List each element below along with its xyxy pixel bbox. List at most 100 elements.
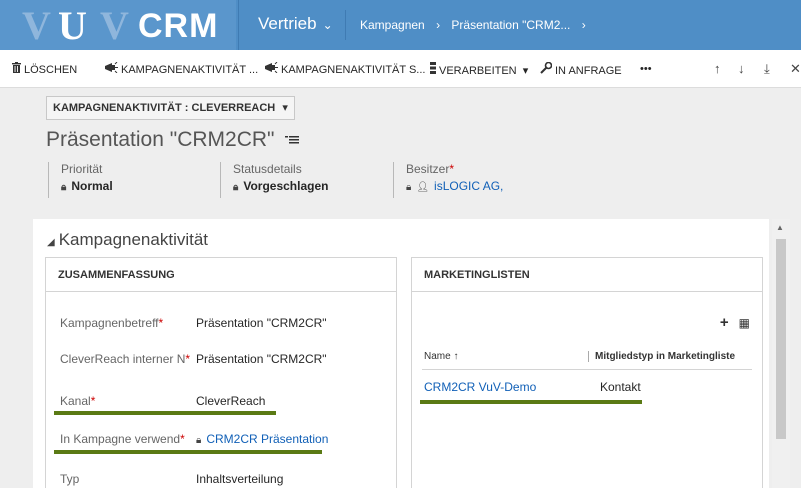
scroll-up-icon[interactable]: ▲: [776, 223, 784, 232]
megaphone-icon: [104, 61, 118, 76]
summary-heading: ZUSAMMENFASSUNG: [46, 258, 396, 292]
arrow-up-icon[interactable]: ↑: [714, 61, 721, 76]
field-label: Kanal: [60, 394, 91, 408]
campaign-activity-section: ◢ Kampagnenaktivität ZUSAMMENFASSUNG Kamp…: [33, 219, 769, 488]
logo-letter-u: U: [58, 3, 87, 48]
lock-icon: 🔒︎: [233, 182, 239, 193]
table-row[interactable]: CRM2CR VuV-Demo Kontakt: [422, 378, 752, 398]
more-commands-button[interactable]: •••: [640, 62, 652, 76]
marketing-lists-panel: MARKETINGLISTEN + ▦ Name ↑ Mitgliedstyp i…: [411, 257, 763, 488]
campaign-activity-button-1[interactable]: Kampagnenaktivität ...: [104, 61, 259, 77]
field-value[interactable]: CleverReach: [196, 392, 265, 410]
priority-label: Priorität: [61, 162, 103, 176]
owner-field: Besitzer* 🔒︎ 👤︎ isLOGIC AG,: [393, 162, 503, 198]
field-cleverreach-internal-name[interactable]: CleverReach interner N* Präsentation "CR…: [60, 350, 390, 370]
required-marker: *: [180, 432, 185, 446]
scrollbar[interactable]: ▲: [772, 219, 790, 488]
scroll-thumb[interactable]: [776, 239, 786, 439]
column-header-name[interactable]: Name ↑: [424, 351, 458, 362]
highlight-bar: [420, 400, 642, 404]
marketing-list-link[interactable]: CRM2CR VuV-Demo: [424, 380, 536, 394]
grid-view-icon[interactable]: ▦: [739, 316, 750, 330]
lock-icon: 🔒︎: [61, 182, 67, 193]
field-value[interactable]: Präsentation "CRM2CR": [196, 314, 327, 332]
logo-letter-v2: V: [100, 3, 129, 48]
field-label: CleverReach interner N: [60, 352, 186, 366]
campaign-link[interactable]: CRM2CR Präsentation: [206, 432, 328, 446]
field-campaign-subject[interactable]: Kampagnenbetreff* Präsentation "CRM2CR": [60, 314, 390, 334]
required-marker: *: [158, 316, 164, 330]
logo-crm-text: CRM: [138, 7, 219, 45]
field-label: Typ: [60, 472, 80, 486]
nav-separator: [345, 10, 346, 40]
priority-value: Normal: [71, 179, 113, 193]
chevron-down-icon: ⌄: [322, 18, 333, 32]
highlight-bar: [54, 450, 322, 454]
gear-icon: [430, 62, 436, 77]
inquiry-label: In Anfrage: [555, 65, 622, 77]
field-type[interactable]: Typ Inhaltsverteilung: [60, 470, 390, 488]
field-label: Kampagnenbetreff: [60, 316, 159, 330]
logo-letter-v: V: [22, 3, 51, 48]
add-icon[interactable]: +: [720, 314, 729, 331]
chevron-down-icon: ▾: [522, 65, 529, 77]
list-icon[interactable]: [281, 133, 299, 150]
inquiry-button[interactable]: In Anfrage: [540, 61, 622, 78]
summary-panel: ZUSAMMENFASSUNG Kampagnenbetreff* Präsen…: [45, 257, 397, 488]
nav-area-label: Vertrieb: [258, 14, 317, 33]
field-channel[interactable]: Kanal* CleverReach: [60, 392, 390, 412]
section-title[interactable]: ◢ Kampagnenaktivität: [47, 229, 208, 254]
expand-icon[interactable]: ⤓: [764, 61, 770, 77]
breadcrumb-separator-end[interactable]: ›: [582, 18, 586, 32]
campaign-activity-label-1: Kampagnenaktivität ...: [121, 64, 259, 76]
highlight-bar: [54, 411, 276, 415]
required-marker: *: [185, 352, 191, 366]
status-label: Statusdetails: [233, 162, 302, 176]
column-header-member-type[interactable]: Mitgliedstyp in Marketingliste: [588, 351, 735, 362]
delete-label: Löschen: [24, 64, 78, 76]
field-value[interactable]: Präsentation "CRM2CR": [196, 350, 327, 368]
priority-field: Priorität 🔒︎ Normal: [48, 162, 113, 198]
field-used-in-campaign[interactable]: In Kampagne verwend* 🔒︎ CRM2CR Präsentati…: [60, 430, 390, 450]
nav-area-menu[interactable]: Vertrieb ⌄: [258, 12, 333, 37]
breadcrumb: Kampagnen › Präsentation "CRM2... ›: [360, 16, 594, 34]
required-marker: *: [449, 162, 455, 176]
status-value: Vorgeschlagen: [243, 179, 329, 193]
collapse-icon[interactable]: ◢: [47, 237, 55, 248]
user-icon: 👤︎: [416, 182, 430, 193]
status-field: Statusdetails 🔒︎ Vorgeschlagen: [220, 162, 328, 198]
field-value[interactable]: Inhaltsverteilung: [196, 470, 283, 488]
command-bar: Löschen Kampagnenaktivität ... Kampagnen…: [0, 50, 801, 88]
breadcrumb-separator: ›: [436, 18, 441, 32]
breadcrumb-campaigns[interactable]: Kampagnen: [360, 18, 425, 32]
section-title-label: Kampagnenaktivität: [58, 230, 209, 249]
arrow-down-icon[interactable]: ↓: [738, 61, 745, 76]
megaphone-icon: [264, 61, 278, 76]
member-type-cell: Kontakt: [600, 380, 641, 394]
record-title: Präsentation "CRM2CR": [46, 128, 275, 151]
field-label: In Kampagne verwend: [60, 432, 181, 446]
campaign-activity-label-2: Kampagnenaktivität S...: [281, 64, 426, 76]
campaign-activity-button-2[interactable]: Kampagnenaktivität S...: [264, 61, 426, 77]
breadcrumb-record[interactable]: Präsentation "CRM2...: [451, 18, 570, 32]
top-nav-bar: V U V CRM Vertrieb ⌄ Kampagnen › Präsenta…: [0, 0, 801, 50]
nav-divider: [238, 0, 239, 50]
form-selector-label: KAMPAGNENAKTIVITÄT : CLEVERREACH: [53, 102, 276, 114]
marketing-lists-heading: MARKETINGLISTEN: [412, 258, 762, 292]
crm-logo[interactable]: V U V CRM: [0, 0, 236, 50]
lock-icon: 🔒︎: [406, 182, 412, 193]
form-selector[interactable]: KAMPAGNENAKTIVITÄT : CLEVERREACH ▾: [46, 96, 295, 120]
chevron-down-icon: ▾: [282, 102, 288, 114]
delete-button[interactable]: Löschen: [12, 62, 77, 77]
trash-icon: [12, 62, 21, 76]
page-title: Präsentation "CRM2CR": [46, 126, 299, 156]
grid-header: Name ↑ Mitgliedstyp in Marketingliste: [422, 348, 752, 370]
process-label: Verarbeiten: [439, 65, 517, 77]
owner-label: Besitzer: [406, 162, 450, 176]
required-marker: *: [90, 394, 96, 408]
wrench-icon: [540, 61, 553, 77]
process-button[interactable]: Verarbeiten ▾: [430, 62, 528, 78]
lock-icon: 🔒︎: [196, 435, 202, 446]
close-icon[interactable]: ✕: [790, 61, 801, 77]
owner-link[interactable]: isLOGIC AG,: [434, 179, 503, 193]
